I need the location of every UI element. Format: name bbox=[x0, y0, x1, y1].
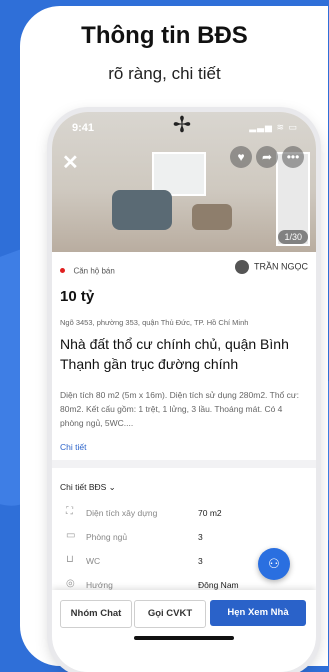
category-row: Căn hộ bán TRẦN NGỌC bbox=[60, 260, 310, 278]
bed-icon: ▭ bbox=[66, 530, 76, 541]
compass-icon: ◎ bbox=[66, 578, 75, 589]
agent-name: TRẦN NGỌC bbox=[254, 261, 308, 272]
users-icon: ⚇ bbox=[268, 556, 280, 571]
call-agent-button[interactable]: Gọi CVKT bbox=[134, 600, 206, 628]
photo-sofa bbox=[112, 190, 172, 230]
photo-counter: 1/30 bbox=[278, 230, 308, 244]
home-indicator bbox=[134, 636, 234, 640]
heart-icon[interactable]: ♥ bbox=[230, 146, 252, 168]
avatar bbox=[234, 260, 249, 274]
book-viewing-button[interactable]: Hẹn Xem Nhà bbox=[210, 600, 306, 626]
spec-row-area: ⛶ Diện tích xây dựng 70 m2 bbox=[66, 506, 306, 522]
action-bar: Nhóm Chat Gọi CVKT Hẹn Xem Nhà bbox=[52, 590, 316, 672]
address: Ngõ 3453, phường 353, quận Thủ Đức, TP. … bbox=[60, 318, 249, 327]
agent-info[interactable]: TRẦN NGỌC bbox=[234, 260, 308, 274]
close-icon[interactable]: ✕ bbox=[62, 150, 79, 175]
spec-label: Hướng bbox=[86, 580, 113, 590]
toilet-icon: ⊔ bbox=[66, 554, 74, 565]
spec-value: 3 bbox=[198, 556, 203, 566]
ceiling-fan-icon: ✢ bbox=[172, 112, 192, 137]
photo-chair bbox=[192, 204, 232, 230]
status-time: 9:41 bbox=[72, 122, 95, 134]
group-chat-button[interactable]: Nhóm Chat bbox=[60, 600, 132, 628]
spec-value: Đông Nam bbox=[198, 580, 239, 590]
spec-label: WC bbox=[86, 556, 101, 566]
spec-label: Diện tích xây dựng bbox=[86, 508, 158, 518]
spec-value: 70 m2 bbox=[198, 508, 222, 518]
hero-title: Thông tin BĐS bbox=[81, 22, 248, 49]
status-indicators: ▂▃▅ ≋ ▭ bbox=[249, 122, 298, 132]
spec-row-bedrooms: ▭ Phòng ngủ 3 bbox=[66, 530, 306, 546]
price: 10 tỷ bbox=[60, 288, 95, 305]
category-label: Căn hộ bán bbox=[73, 266, 115, 276]
sale-dot bbox=[60, 268, 65, 274]
detail-link[interactable]: Chi tiết bbox=[60, 442, 86, 452]
listing-description: Diện tích 80 m2 (5m x 16m). Diện tích sử… bbox=[60, 390, 299, 428]
spec-value: 3 bbox=[198, 532, 203, 542]
contact-group-fab[interactable]: ⚇ bbox=[258, 548, 290, 580]
spec-label: Phòng ngủ bbox=[86, 532, 128, 542]
listing-title: Nhà đất thổ cư chính chủ, quận Bình Thạn… bbox=[60, 336, 289, 372]
area-icon: ⛶ bbox=[66, 506, 73, 517]
phone-mockup: ✢ 9:41 ▂▃▅ ≋ ▭ ✕ ♥ ➦ ••• 1/30 Căn hộ bán… bbox=[52, 112, 316, 672]
more-icon[interactable]: ••• bbox=[282, 146, 304, 168]
share-icon[interactable]: ➦ bbox=[256, 146, 278, 168]
details-header[interactable]: Chi tiết BĐS ⌄ bbox=[60, 482, 116, 493]
property-photo[interactable]: ✢ 9:41 ▂▃▅ ≋ ▭ ✕ ♥ ➦ ••• 1/30 bbox=[52, 112, 316, 252]
hero-subtitle: rõ ràng, chi tiết bbox=[108, 64, 221, 83]
section-divider bbox=[52, 460, 316, 468]
